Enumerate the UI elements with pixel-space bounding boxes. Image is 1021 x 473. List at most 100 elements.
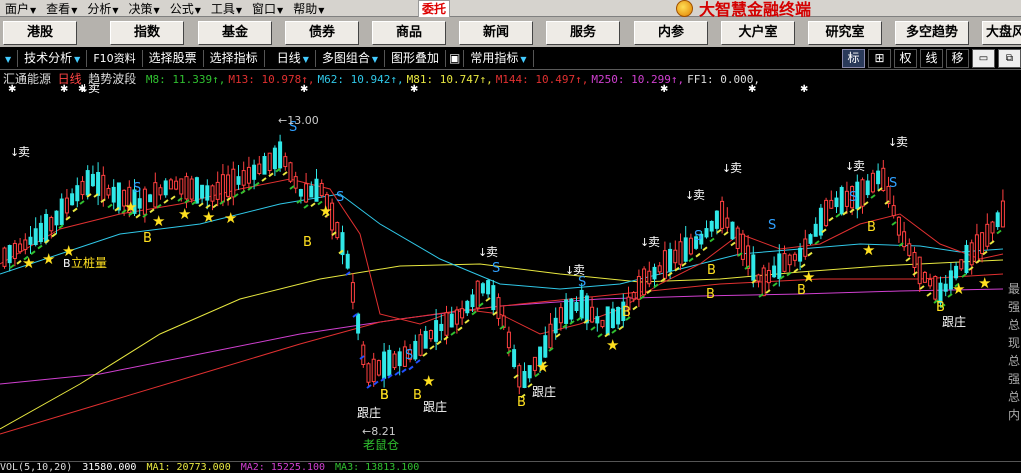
candle-body — [200, 184, 205, 199]
nav-button-fund[interactable]: 基金 — [198, 21, 272, 45]
candle-body — [865, 180, 870, 196]
buy-b-label: B — [143, 231, 152, 246]
candle-body — [397, 351, 402, 367]
candle-body — [465, 300, 470, 314]
nav-button-hk-stocks[interactable]: 港股 — [3, 21, 77, 45]
candle-body — [870, 172, 875, 193]
nav-button-trend[interactable]: 多空趋势 — [895, 21, 969, 45]
sell-label: 卖 — [693, 188, 705, 202]
candle-body — [85, 170, 90, 196]
candle-body — [714, 210, 719, 229]
trend-wave-mark — [72, 207, 78, 213]
trend-wave-mark — [240, 189, 246, 195]
nav-button-research[interactable]: 研究室 — [808, 21, 882, 45]
nav-button-bond[interactable]: 债券 — [285, 21, 359, 45]
restore-icon[interactable]: ⧉ — [998, 49, 1021, 68]
candle-body — [382, 351, 387, 379]
mark-button[interactable]: 标 — [842, 49, 865, 68]
star-marker: ★ — [124, 198, 137, 216]
select-indicator-button[interactable]: 选择指标 — [204, 50, 265, 67]
candle-body — [496, 297, 501, 319]
candle-body — [709, 220, 714, 232]
lock-icon[interactable]: ▣ — [446, 50, 465, 67]
kline-chart[interactable]: ★ ★ ★★★ ★ ★ ★ ★★★★★★★ ★✱ ✱ ✱ ✱ ✱ ✱ ✱ ✱↓卖↓卖↓卖↓卖↓卖↓卖↓卖 ↓卖… — [0, 84, 1008, 460]
candle-body — [205, 185, 210, 201]
trend-wave-mark — [667, 271, 673, 277]
candle-body — [522, 371, 527, 388]
select-stock-button[interactable]: 选择股票 — [143, 50, 204, 67]
trend-wave-mark — [37, 244, 43, 250]
genzhuang-label-3: 跟庄 — [532, 384, 556, 399]
candle-body — [777, 253, 782, 279]
candle-body — [101, 174, 106, 201]
nav-button-vip-room[interactable]: 大户室 — [721, 21, 795, 45]
candle-body — [631, 292, 636, 300]
sell-label: 卖 — [486, 245, 498, 259]
common-indicator-dropdown[interactable]: 常用指标 ▼ — [464, 50, 534, 67]
candle-body — [184, 176, 189, 200]
candle-body — [1000, 200, 1005, 228]
nav-button-service[interactable]: 服务 — [546, 21, 620, 45]
window-icon[interactable]: ▭ — [972, 49, 995, 68]
trend-wave-mark — [408, 365, 414, 371]
nav-button-commodity[interactable]: 商品 — [372, 21, 446, 45]
rights-button[interactable]: 权 — [894, 49, 917, 68]
move-button[interactable]: 移 — [946, 49, 969, 68]
sell-s-label: S — [133, 181, 141, 196]
candle-body — [662, 250, 667, 279]
menu-item-formula[interactable]: 公式▼ — [165, 0, 206, 17]
nav-button-news[interactable]: 新闻 — [459, 21, 533, 45]
candle-body — [298, 188, 303, 197]
nav-button-insider[interactable]: 内参 — [634, 21, 708, 45]
candle-body — [766, 270, 771, 284]
candle-body — [860, 179, 865, 207]
brand-title: 大智慧金融终端 — [676, 0, 811, 19]
trend-wave-mark — [968, 266, 974, 271]
candle-body — [735, 227, 740, 250]
star-marker: ★ — [319, 202, 332, 220]
sell-s-label: S — [889, 176, 897, 191]
candle-body — [969, 242, 974, 266]
tech-analysis-dropdown[interactable]: 技术分析 ▼ — [18, 50, 88, 67]
trend-wave-mark — [912, 271, 918, 276]
menu-item-window[interactable]: 窗口▼ — [247, 0, 288, 17]
candle-body — [428, 330, 433, 340]
trend-wave-mark — [905, 257, 911, 262]
volume-info-2: MA1: 20773.000 — [146, 462, 231, 473]
f10-button[interactable]: F10资料 — [87, 50, 143, 67]
weituo-button[interactable]: 委托 — [418, 0, 451, 18]
grid-icon[interactable]: ⊞ — [868, 49, 891, 68]
candle-body — [189, 178, 194, 200]
trend-wave-mark — [422, 352, 428, 357]
candle-body — [75, 185, 80, 202]
toolbar-left-arrow[interactable]: ▼ — [0, 50, 19, 67]
trend-wave-mark — [548, 347, 554, 352]
menu-item-analysis[interactable]: 分析▼ — [82, 0, 123, 17]
multi-chart-dropdown[interactable]: 多图组合 ▼ — [316, 50, 386, 67]
candle-body — [610, 308, 615, 329]
menu-item-view[interactable]: 查看▼ — [41, 0, 82, 17]
menu-item-help[interactable]: 帮助▼ — [288, 0, 329, 17]
menu-item-decision[interactable]: 决策▼ — [124, 0, 165, 17]
sell-label: 卖 — [730, 161, 742, 175]
candle-body — [673, 249, 678, 264]
nav-button-index[interactable]: 指数 — [110, 21, 184, 45]
nav-button-market[interactable]: 大盘风 — [982, 21, 1021, 45]
trend-wave-mark — [611, 329, 617, 334]
trend-wave-mark — [996, 229, 1002, 235]
trend-wave-mark — [618, 325, 624, 331]
sell-s-label: S — [578, 275, 586, 290]
candle-body — [902, 231, 907, 248]
menu-item-tools[interactable]: 工具▼ — [206, 0, 247, 17]
candle-body — [361, 344, 366, 366]
period-dropdown[interactable]: 日线 ▼ — [265, 50, 316, 67]
menu-item-page[interactable]: 面户▼ — [0, 0, 41, 17]
trend-wave-mark — [807, 251, 813, 257]
star-marker: ★ — [862, 241, 875, 259]
overlay-button[interactable]: 图形叠加 — [385, 50, 447, 67]
ma250-line — [0, 288, 1004, 385]
line-button[interactable]: 线 — [920, 49, 943, 68]
candle-body — [933, 275, 938, 300]
star-marker: ★ — [42, 250, 55, 268]
candle-body — [231, 168, 236, 198]
